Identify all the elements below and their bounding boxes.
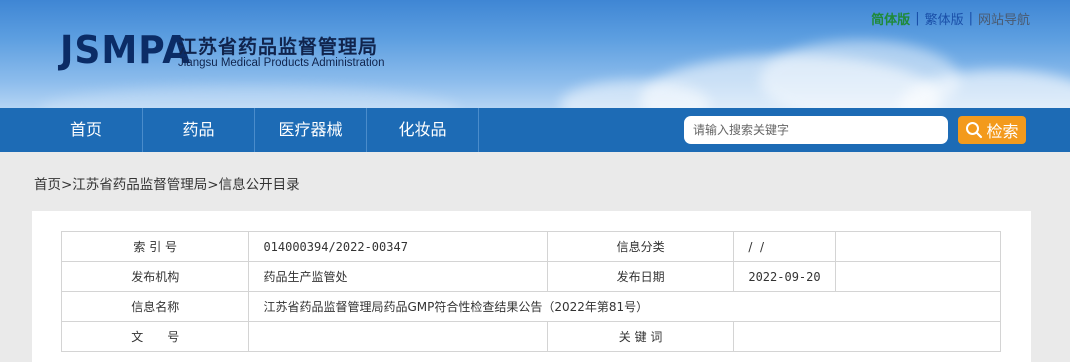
info-table: 索 引 号 014000394/2022-00347 信息分类 / / 发布机构… xyxy=(60,231,1002,352)
doc-number-label: 文 号 xyxy=(60,321,250,352)
index-label: 索 引 号 xyxy=(60,231,250,262)
search-button-label: 检索 xyxy=(986,122,1019,141)
empty-cell xyxy=(834,231,1002,262)
name-label: 信息名称 xyxy=(60,291,250,322)
search-input[interactable] xyxy=(684,116,948,144)
nav-item-drugs[interactable]: 药品 xyxy=(143,108,255,152)
top-links: 简体版 | 繁体版 | 网站导航 xyxy=(871,9,1030,28)
keyword-value xyxy=(733,321,1001,352)
link-separator: | xyxy=(968,11,973,26)
site-header: JSMPA 江苏省药品监督管理局 Jiangsu Medical Product… xyxy=(0,0,1070,108)
search-icon xyxy=(966,122,983,139)
site-logo[interactable]: JSMPA xyxy=(60,28,191,72)
doc-number-value xyxy=(248,321,548,352)
empty-cell xyxy=(834,261,1002,292)
breadcrumb[interactable]: 首页>江苏省药品监督管理局>信息公开目录 xyxy=(34,173,300,193)
traditional-link[interactable]: 繁体版 xyxy=(925,9,964,28)
search-button[interactable]: 检索 xyxy=(958,116,1026,144)
org-label: 发布机构 xyxy=(60,261,250,292)
nav-item-cosmetics[interactable]: 化妆品 xyxy=(367,108,479,152)
keyword-label: 关 键 词 xyxy=(546,321,735,352)
date-value: 2022-09-20 xyxy=(733,261,836,292)
sitemap-link[interactable]: 网站导航 xyxy=(978,9,1030,28)
simplified-link[interactable]: 简体版 xyxy=(871,9,910,28)
site-title-cn: 江苏省药品监督管理局 xyxy=(178,36,379,58)
header-cloud xyxy=(40,85,460,108)
table-row: 索 引 号 014000394/2022-00347 信息分类 / / xyxy=(60,231,1002,262)
table-row: 文 号 关 键 词 xyxy=(60,321,1001,352)
table-row: 信息名称 江苏省药品监督管理局药品GMP符合性检查结果公告（2022年第81号） xyxy=(60,291,1001,322)
site-title-en: Jiangsu Medical Products Administration xyxy=(178,57,385,69)
nav-item-home[interactable]: 首页 xyxy=(30,108,143,152)
category-label: 信息分类 xyxy=(546,231,735,262)
name-value: 江苏省药品监督管理局药品GMP符合性检查结果公告（2022年第81号） xyxy=(248,291,1001,322)
link-separator: | xyxy=(915,11,920,26)
category-value: / / xyxy=(733,231,836,262)
index-value: 014000394/2022-00347 xyxy=(248,231,548,262)
org-value: 药品生产监管处 xyxy=(248,261,548,292)
date-label: 发布日期 xyxy=(546,261,735,292)
table-row: 发布机构 药品生产监管处 发布日期 2022-09-20 xyxy=(60,261,1002,292)
nav-item-devices[interactable]: 医疗器械 xyxy=(255,108,367,152)
